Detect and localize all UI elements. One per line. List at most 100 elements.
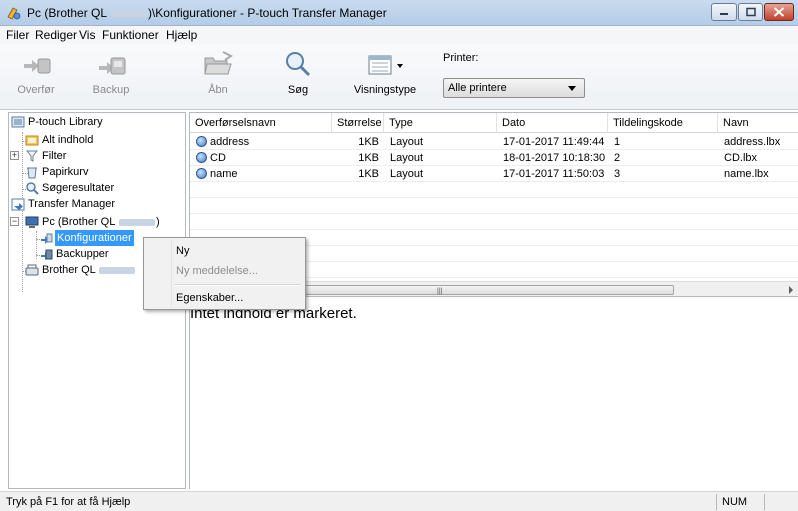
empty-row (190, 183, 798, 198)
status-panel (764, 494, 798, 510)
status-help-text: Tryk på F1 for at få Hjælp (6, 496, 131, 508)
column-header-date[interactable]: Dato (497, 113, 608, 133)
recycle-bin-icon (27, 167, 37, 179)
minimize-icon (720, 13, 728, 15)
tree-label: Alt indhold (42, 134, 94, 146)
search-button[interactable]: Søg (278, 50, 318, 96)
cell-name: CD (196, 151, 226, 166)
title-bar: Pc (Brother QL )\Konfigurationer - P-tou… (0, 0, 798, 26)
search-label: Søg (287, 84, 309, 96)
tree-label: Papirkurv (42, 166, 89, 178)
menu-help[interactable]: Hjælp (166, 28, 197, 42)
backups-icon (41, 249, 53, 260)
cell-code: 1 (614, 136, 621, 148)
close-icon (773, 7, 785, 17)
cell-code: 2 (614, 152, 621, 164)
tree-label: P-touch Library (28, 116, 103, 128)
empty-row (190, 215, 798, 230)
context-menu-separator (174, 284, 301, 286)
layout-file-icon (196, 152, 207, 163)
view-type-icon (368, 55, 403, 75)
list-header: Overførselsnavn Størrelse Type Dato Tild… (190, 113, 798, 133)
maximize-button[interactable] (738, 3, 763, 21)
menu-file[interactable]: Filer (6, 28, 29, 42)
menu-functions[interactable]: Funktioner (102, 28, 159, 42)
cell-filename: address.lbx (724, 136, 781, 148)
menu-view[interactable]: Vis (79, 28, 95, 42)
table-row[interactable]: CD 1KB Layout 18-01-2017 10:18:30 2 CD.l… (190, 151, 798, 166)
layout-file-icon (196, 136, 207, 147)
tree-label: Konfigurationer (55, 230, 134, 246)
backup-icon (99, 57, 126, 75)
empty-row (190, 199, 798, 214)
library-icon (11, 116, 25, 128)
cell-size: 1KB (358, 152, 379, 164)
chevron-down-icon (568, 86, 576, 91)
redacted-model (119, 218, 156, 226)
all-content-icon (25, 135, 39, 146)
expand-plus-icon[interactable]: + (10, 151, 19, 160)
column-header-transfer-name[interactable]: Overførselsnavn (190, 113, 332, 133)
backup-button[interactable]: Backup (84, 50, 138, 96)
printer-select-value: Alle printere (448, 82, 507, 94)
tree-label: Backupper (56, 248, 109, 260)
cell-type: Layout (390, 168, 424, 180)
view-type-label: Visningstype (353, 84, 417, 96)
search-results-icon (26, 182, 39, 195)
cell-type: Layout (390, 136, 424, 148)
menu-bar: Filer Rediger Vis Funktioner Hjælp (0, 26, 798, 44)
transfer-button[interactable]: Overfør (14, 50, 58, 96)
table-row[interactable]: name 1KB Layout 17-01-2017 11:50:03 3 na… (190, 167, 798, 182)
tree-label: Filter (42, 150, 67, 162)
column-header-type[interactable]: Type (384, 113, 497, 133)
context-menu: Ny Ny meddelelse... Egenskaber... (143, 237, 306, 310)
minimize-button[interactable] (711, 3, 737, 21)
view-type-button[interactable]: Visningstype (350, 50, 420, 96)
cell-date: 18-01-2017 10:18:30 (503, 152, 606, 164)
column-header-filename[interactable]: Navn (718, 113, 798, 133)
printer-select[interactable]: Alle printere (443, 78, 585, 98)
cell-date: 17-01-2017 11:50:03 (503, 168, 605, 180)
status-bar: Tryk på F1 for at få Hjælp NUM (0, 491, 798, 511)
cell-name: address (196, 135, 249, 150)
search-icon (286, 52, 311, 77)
menu-edit[interactable]: Rediger (35, 28, 77, 42)
cell-date: 17-01-2017 11:49:44 (503, 136, 605, 148)
open-button[interactable]: Åbn (200, 50, 236, 96)
status-num-indicator: NUM (722, 496, 748, 508)
cell-filename: name.lbx (724, 168, 769, 180)
column-header-size[interactable]: Størrelse (332, 113, 384, 133)
tree-label: Brother QL (42, 262, 136, 278)
configurations-icon (41, 233, 53, 244)
column-header-assign-code[interactable]: Tildelingskode (608, 113, 718, 133)
context-menu-properties[interactable]: Egenskaber... (148, 288, 301, 308)
printer-label: Printer: (443, 52, 479, 64)
table-row[interactable]: address 1KB Layout 17-01-2017 11:49:44 1… (190, 135, 798, 150)
open-folder-icon (204, 51, 233, 75)
backup-label: Backup (92, 84, 130, 96)
computer-icon (25, 216, 39, 228)
cell-size: 1KB (358, 168, 379, 180)
filter-icon (25, 150, 39, 162)
tree-label: Transfer Manager (28, 198, 116, 210)
preview-pane: Intet indhold er markeret. (189, 296, 798, 489)
tree-label: Søgeresultater (42, 182, 115, 194)
toolbar: Overfør Backup Åbn Søg Visningstype Prin… (0, 44, 798, 110)
app-icon (7, 7, 21, 20)
cell-type: Layout (390, 152, 424, 164)
tree-label: Pc (Brother QL ) (42, 216, 160, 228)
maximize-icon (745, 7, 756, 17)
scroll-right-icon[interactable] (789, 286, 793, 294)
transfer-icon (24, 58, 51, 74)
context-menu-new-message[interactable]: Ny meddelelse... (148, 261, 301, 281)
tree-guide-line (22, 132, 23, 292)
collapse-minus-icon[interactable]: − (10, 217, 19, 226)
cell-filename: CD.lbx (724, 152, 758, 164)
printer-icon (25, 264, 39, 276)
context-menu-new[interactable]: Ny (148, 241, 301, 261)
transfer-label: Overfør (17, 84, 55, 96)
cell-code: 3 (614, 168, 621, 180)
open-label: Åbn (208, 84, 228, 96)
close-button[interactable] (764, 3, 794, 21)
cell-size: 1KB (358, 136, 379, 148)
